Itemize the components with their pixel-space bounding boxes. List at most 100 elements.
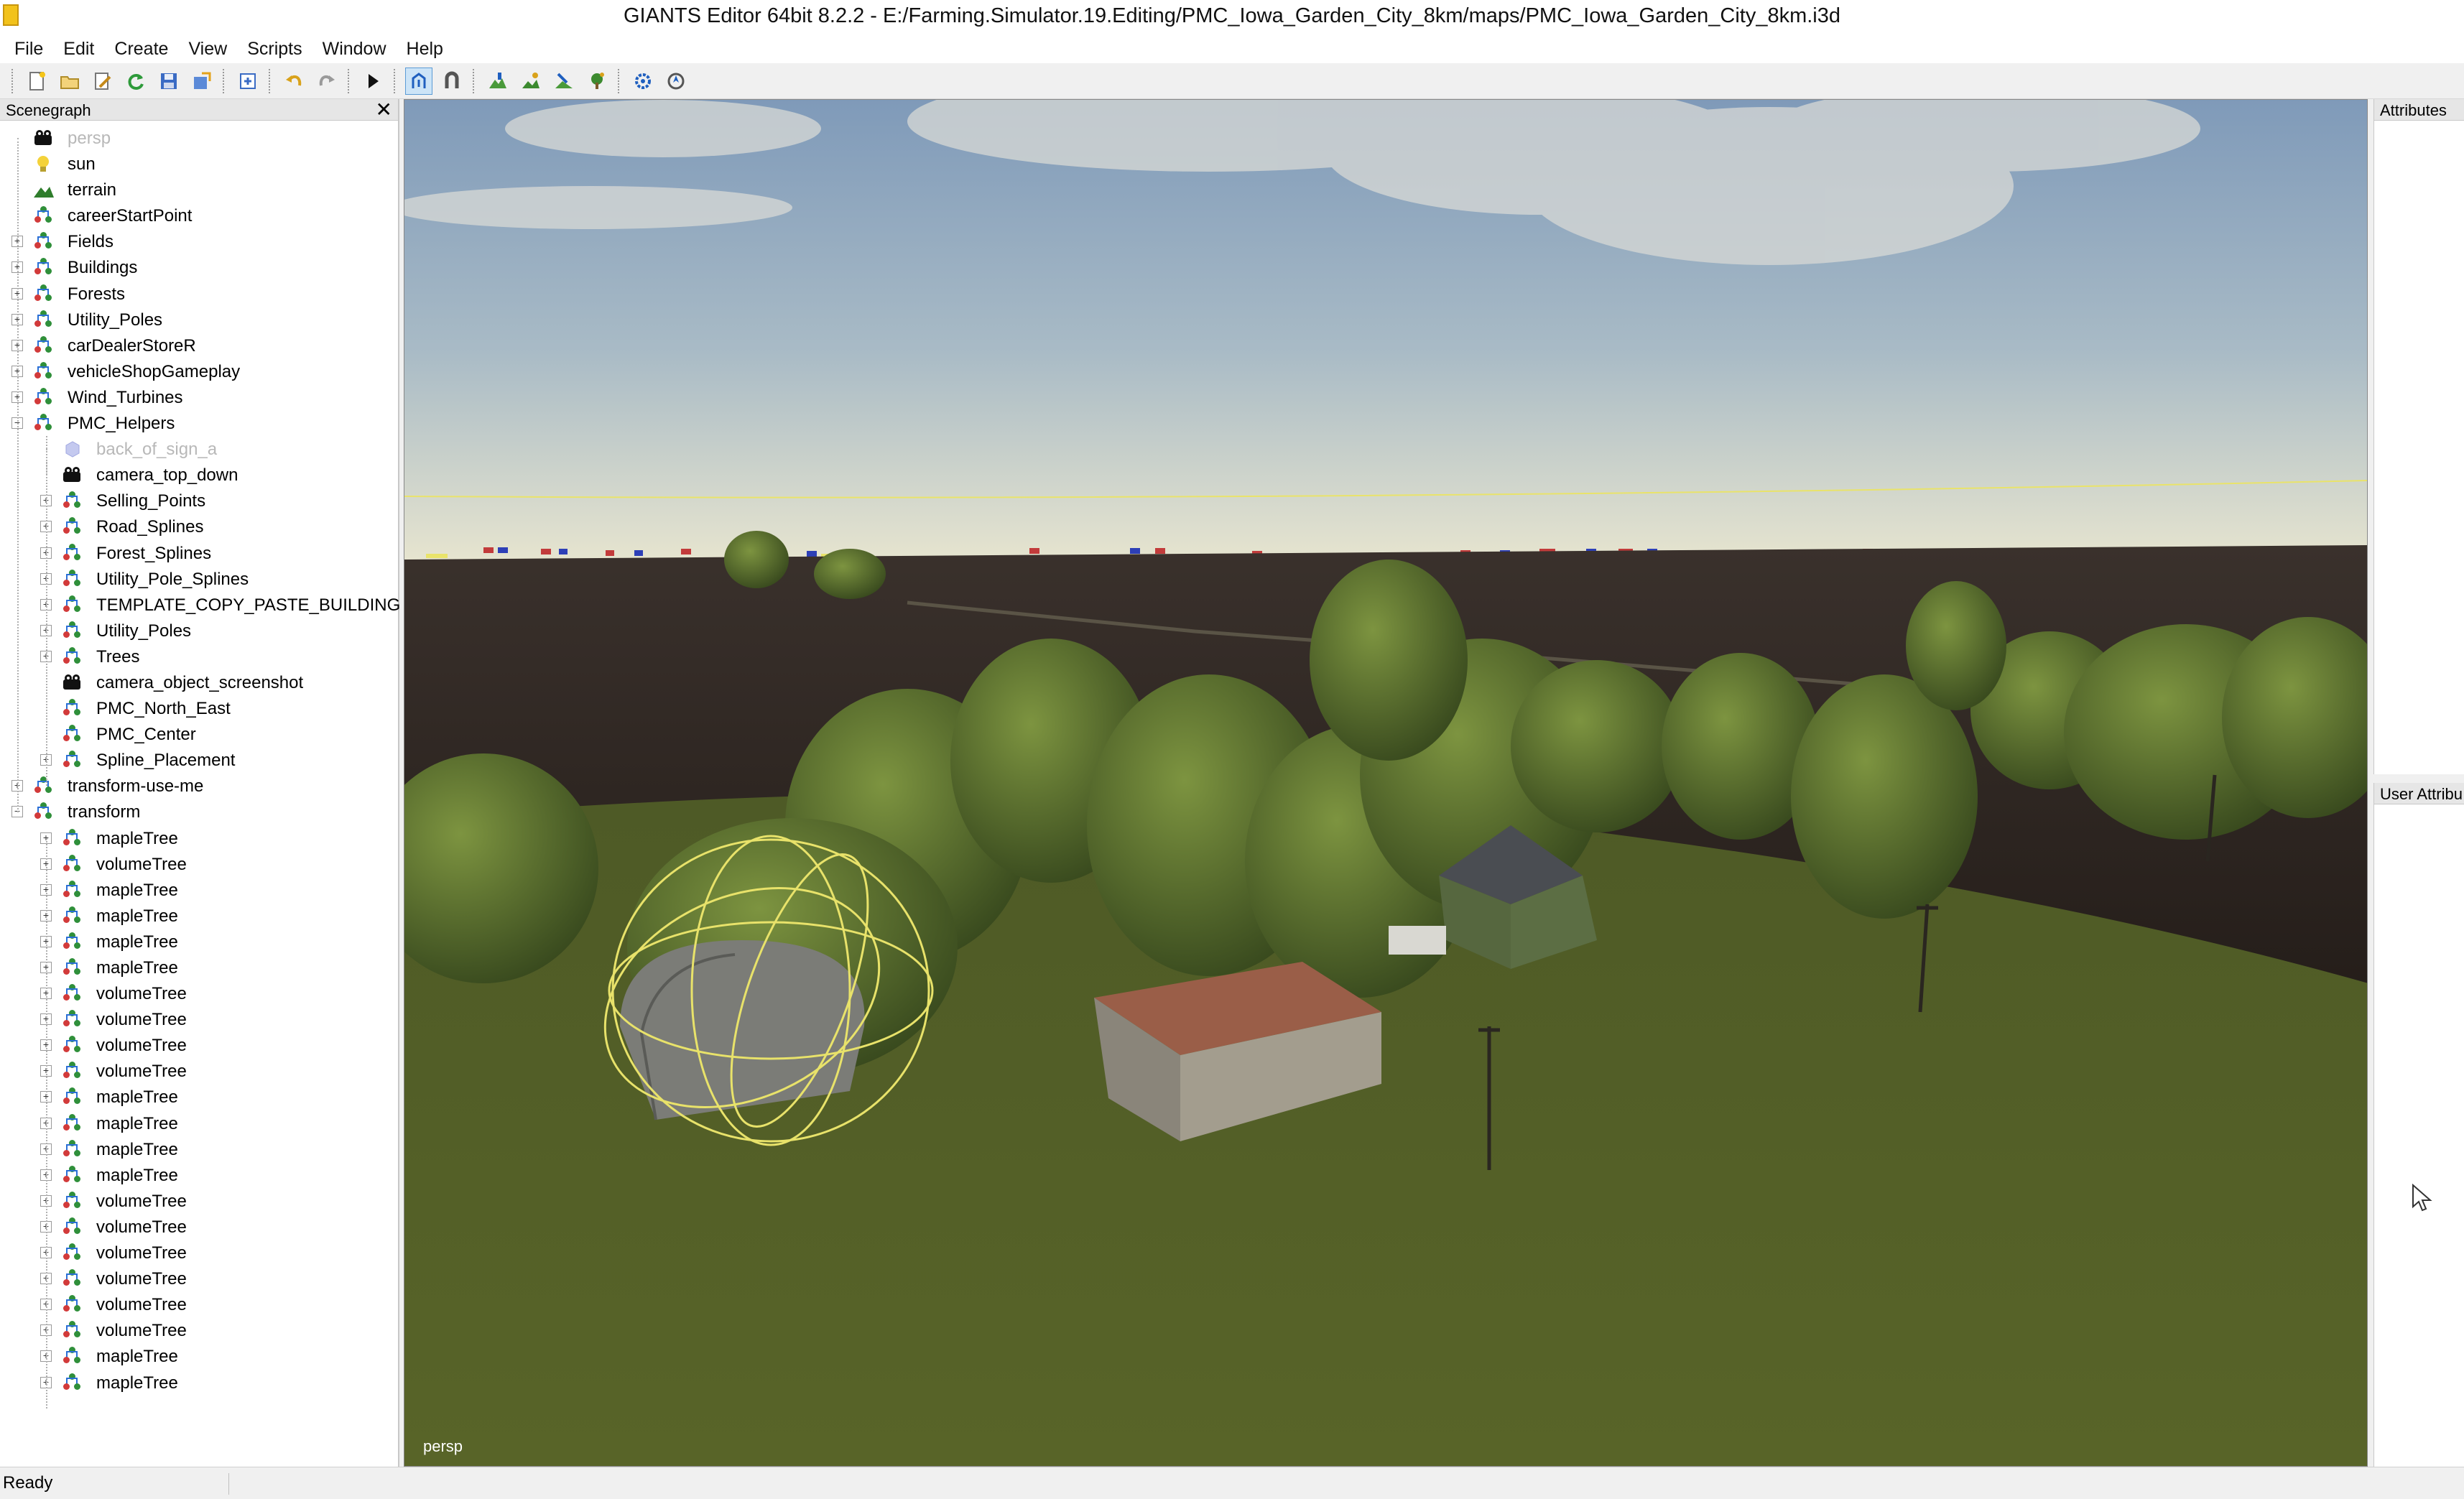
scenegraph-node[interactable]: − PMC_Helpers — [0, 410, 399, 436]
scenegraph-node[interactable]: back_of_sign_a — [0, 436, 399, 462]
scenegraph-node[interactable]: + mapleTree — [0, 929, 399, 955]
scenegraph-node[interactable]: − transform — [0, 799, 399, 825]
redo-icon[interactable] — [313, 68, 341, 95]
scenegraph-node[interactable]: + mapleTree — [0, 1162, 399, 1188]
scenegraph-node[interactable]: + volumeTree — [0, 1188, 399, 1214]
3d-viewport[interactable]: persp — [404, 99, 2368, 1467]
scenegraph-node[interactable]: + Spline_Placement — [0, 747, 399, 773]
play-icon[interactable] — [359, 68, 386, 95]
scenegraph-node[interactable]: + Utility_Poles — [0, 307, 399, 333]
reload-icon[interactable] — [122, 68, 149, 95]
toolbar-separator — [348, 68, 352, 93]
export-icon[interactable] — [188, 68, 216, 95]
foliage-paint-icon[interactable] — [517, 68, 545, 95]
scenegraph-node[interactable]: + volumeTree — [0, 1266, 399, 1291]
toolbar-grip[interactable] — [11, 68, 16, 93]
scenegraph-node[interactable]: + transform-use-me — [0, 773, 399, 799]
scenegraph-node[interactable]: careerStartPoint — [0, 203, 399, 228]
menu-window[interactable]: Window — [312, 39, 397, 60]
scenegraph-node[interactable]: + volumeTree — [0, 1291, 399, 1317]
scenegraph-node-label: PMC_Center — [96, 725, 196, 745]
transform-group-icon — [62, 1295, 83, 1314]
scenegraph-title: Scenegraph — [6, 101, 91, 119]
toolbar — [0, 63, 2464, 99]
scenegraph-node[interactable]: + Fields — [0, 228, 399, 254]
scenegraph-node[interactable]: + Buildings — [0, 254, 399, 280]
import-icon[interactable] — [234, 68, 261, 95]
scenegraph-node[interactable]: + volumeTree — [0, 1006, 399, 1032]
scenegraph-node[interactable]: + Utility_Pole_Splines — [0, 566, 399, 592]
scenegraph-node[interactable]: + mapleTree — [0, 877, 399, 903]
tree-paint-icon[interactable] — [583, 68, 611, 95]
scenegraph-node[interactable]: camera_top_down — [0, 462, 399, 488]
scenegraph-node[interactable]: + volumeTree — [0, 1214, 399, 1240]
magnet-icon[interactable] — [438, 68, 466, 95]
scenegraph-node-label: mapleTree — [96, 932, 178, 952]
scenegraph-node[interactable]: + mapleTree — [0, 1370, 399, 1396]
scenegraph-node-label: volumeTree — [96, 1243, 187, 1263]
scenegraph-node[interactable]: + mapleTree — [0, 1110, 399, 1136]
terrain-tool-icon[interactable] — [484, 68, 511, 95]
scenegraph-node[interactable]: + mapleTree — [0, 1343, 399, 1369]
scenegraph-node[interactable]: + Forests — [0, 281, 399, 307]
scenegraph-node[interactable]: + mapleTree — [0, 1084, 399, 1110]
scenegraph-node-label: Utility_Pole_Splines — [96, 569, 249, 589]
scenegraph-node[interactable]: + volumeTree — [0, 1240, 399, 1266]
terrain-sculpt-icon[interactable] — [550, 68, 578, 95]
menu-create[interactable]: Create — [104, 39, 178, 60]
transform-group-icon — [62, 1191, 83, 1210]
camera-icon — [62, 673, 83, 692]
scenegraph-node[interactable]: + Trees — [0, 644, 399, 669]
scenegraph-node[interactable]: + mapleTree — [0, 955, 399, 980]
scenegraph-node[interactable]: + vehicleShopGameplay — [0, 358, 399, 384]
edit-icon[interactable] — [89, 68, 116, 95]
user-attributes-panel: User Attribu — [2373, 783, 2464, 1467]
shape-icon — [62, 440, 83, 458]
open-folder-icon[interactable] — [56, 68, 83, 95]
scenegraph-node[interactable]: + volumeTree — [0, 980, 399, 1006]
select-mode-icon[interactable] — [405, 67, 432, 95]
scenegraph-node[interactable]: + volumeTree — [0, 1058, 399, 1084]
menu-file[interactable]: File — [4, 39, 53, 60]
scenegraph-node[interactable]: + Road_Splines — [0, 514, 399, 539]
attributes-title: Attributes — [2374, 99, 2464, 121]
scenegraph-node-label: transform — [68, 802, 141, 822]
transform-group-icon — [62, 595, 83, 614]
close-icon[interactable]: ✕ — [376, 99, 392, 121]
save-icon[interactable] — [155, 68, 182, 95]
scenegraph-node[interactable]: + volumeTree — [0, 1317, 399, 1343]
scenegraph-node[interactable]: + mapleTree — [0, 1136, 399, 1162]
scenegraph-node[interactable]: + Utility_Poles — [0, 618, 399, 644]
scenegraph-node[interactable]: + TEMPLATE_COPY_PASTE_BUILDING — [0, 592, 400, 618]
scenegraph-node[interactable]: sun — [0, 151, 399, 177]
menu-scripts[interactable]: Scripts — [237, 39, 312, 60]
scenegraph-node[interactable]: persp — [0, 125, 399, 151]
menu-help[interactable]: Help — [397, 39, 453, 60]
undo-icon[interactable] — [280, 68, 307, 95]
scenegraph-node[interactable]: + Forest_Splines — [0, 540, 399, 566]
scenegraph-node[interactable]: terrain — [0, 177, 399, 203]
scenegraph-node[interactable]: camera_object_screenshot — [0, 669, 399, 695]
transform-group-icon — [33, 206, 55, 225]
transform-group-icon — [62, 854, 83, 873]
menu-edit[interactable]: Edit — [53, 39, 104, 60]
scenegraph-node[interactable]: + Wind_Turbines — [0, 384, 399, 410]
toolbar-separator — [223, 68, 227, 93]
scenegraph-node[interactable]: PMC_North_East — [0, 695, 399, 721]
transform-group-icon — [62, 906, 83, 925]
scenegraph-node[interactable]: PMC_Center — [0, 721, 399, 747]
new-file-icon[interactable] — [23, 68, 50, 95]
scenegraph-node[interactable]: + volumeTree — [0, 851, 399, 877]
transform-group-icon — [33, 387, 55, 407]
scenegraph-node[interactable]: + mapleTree — [0, 825, 399, 851]
scenegraph-node-label: sun — [68, 154, 96, 175]
camera-icon — [33, 129, 55, 147]
scenegraph-node[interactable]: + carDealerStoreR — [0, 333, 399, 358]
scenegraph-node[interactable]: + mapleTree — [0, 903, 399, 929]
menu-view[interactable]: View — [178, 39, 237, 60]
scenegraph-node[interactable]: + Selling_Points — [0, 488, 399, 514]
scenegraph-node[interactable]: + volumeTree — [0, 1032, 399, 1058]
transform-group-icon — [62, 880, 83, 899]
navigate-icon[interactable] — [662, 68, 690, 95]
settings-icon[interactable] — [629, 68, 657, 95]
